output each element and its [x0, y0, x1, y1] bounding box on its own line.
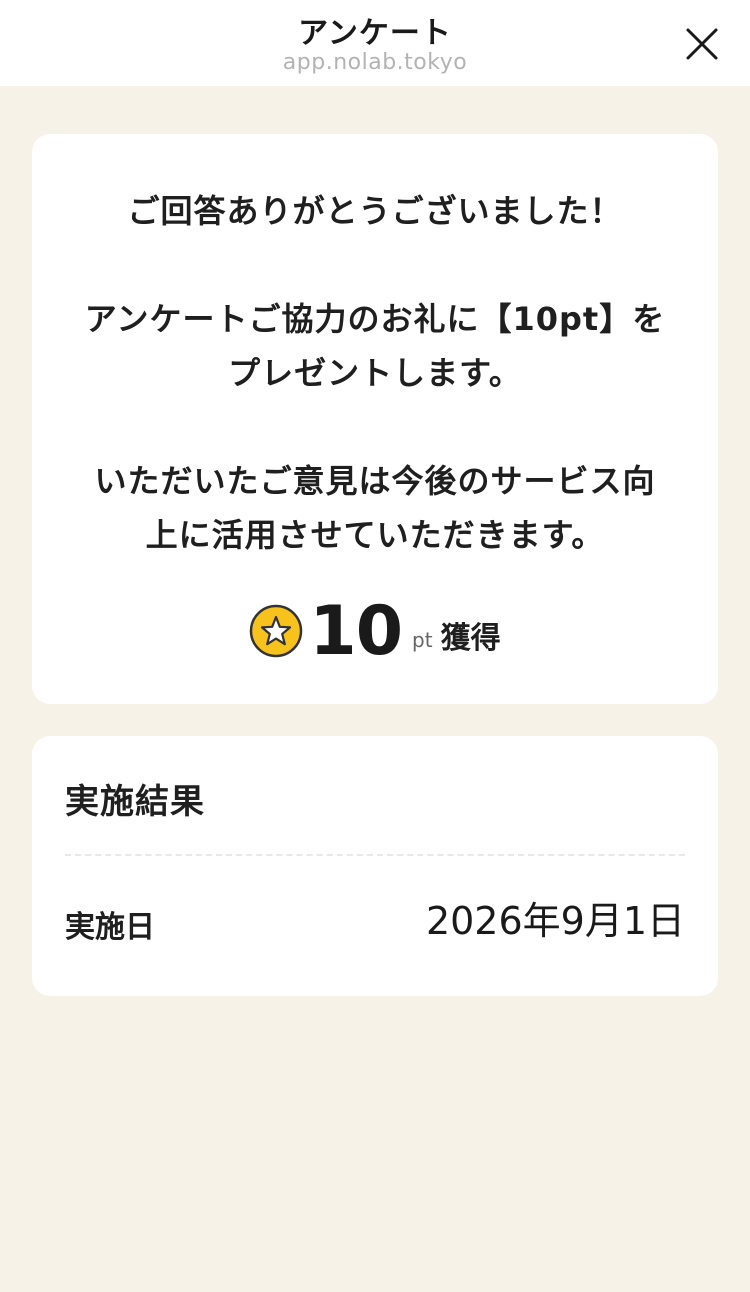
date-label: 実施日 [65, 910, 155, 945]
points-earned: 10 pt 獲得 [32, 586, 718, 676]
dashed-divider [65, 854, 685, 856]
result-card: 実施結果 実施日 2026年9月1日 [32, 736, 718, 996]
close-button[interactable] [680, 22, 724, 66]
points-label: 獲得 [440, 621, 501, 656]
points-unit: pt [412, 628, 433, 652]
thanks-line: ご回答ありがとうございました！ [127, 192, 623, 230]
points-value: 10 [309, 591, 403, 671]
reward-line-2: プレゼントします。 [228, 354, 522, 392]
feedback-line-1: いただいたご意見は今後のサービス向 [94, 462, 656, 500]
result-title: 実施結果 [65, 782, 205, 822]
reward-message: アンケートご協力のお礼に【10pt】を プレゼントします。 [32, 292, 718, 400]
thanks-card: ご回答ありがとうございました！ アンケートご協力のお礼に【10pt】を プレゼン… [32, 134, 718, 704]
feedback-line-2: 上に活用させていただきます。 [145, 516, 605, 554]
thanks-message: ご回答ありがとうございました！ [32, 184, 718, 238]
date-value: 2026年9月1日 [425, 899, 685, 943]
feedback-message: いただいたご意見は今後のサービス向 上に活用させていただきます。 [32, 454, 718, 562]
page-url: app.nolab.tokyo [282, 50, 468, 75]
app-header: アンケート app.nolab.tokyo [0, 0, 750, 86]
reward-line-1: アンケートご協力のお礼に【10pt】を [84, 300, 666, 338]
page-title: アンケート [298, 16, 452, 51]
close-icon [686, 28, 718, 60]
star-coin-icon [250, 604, 303, 658]
